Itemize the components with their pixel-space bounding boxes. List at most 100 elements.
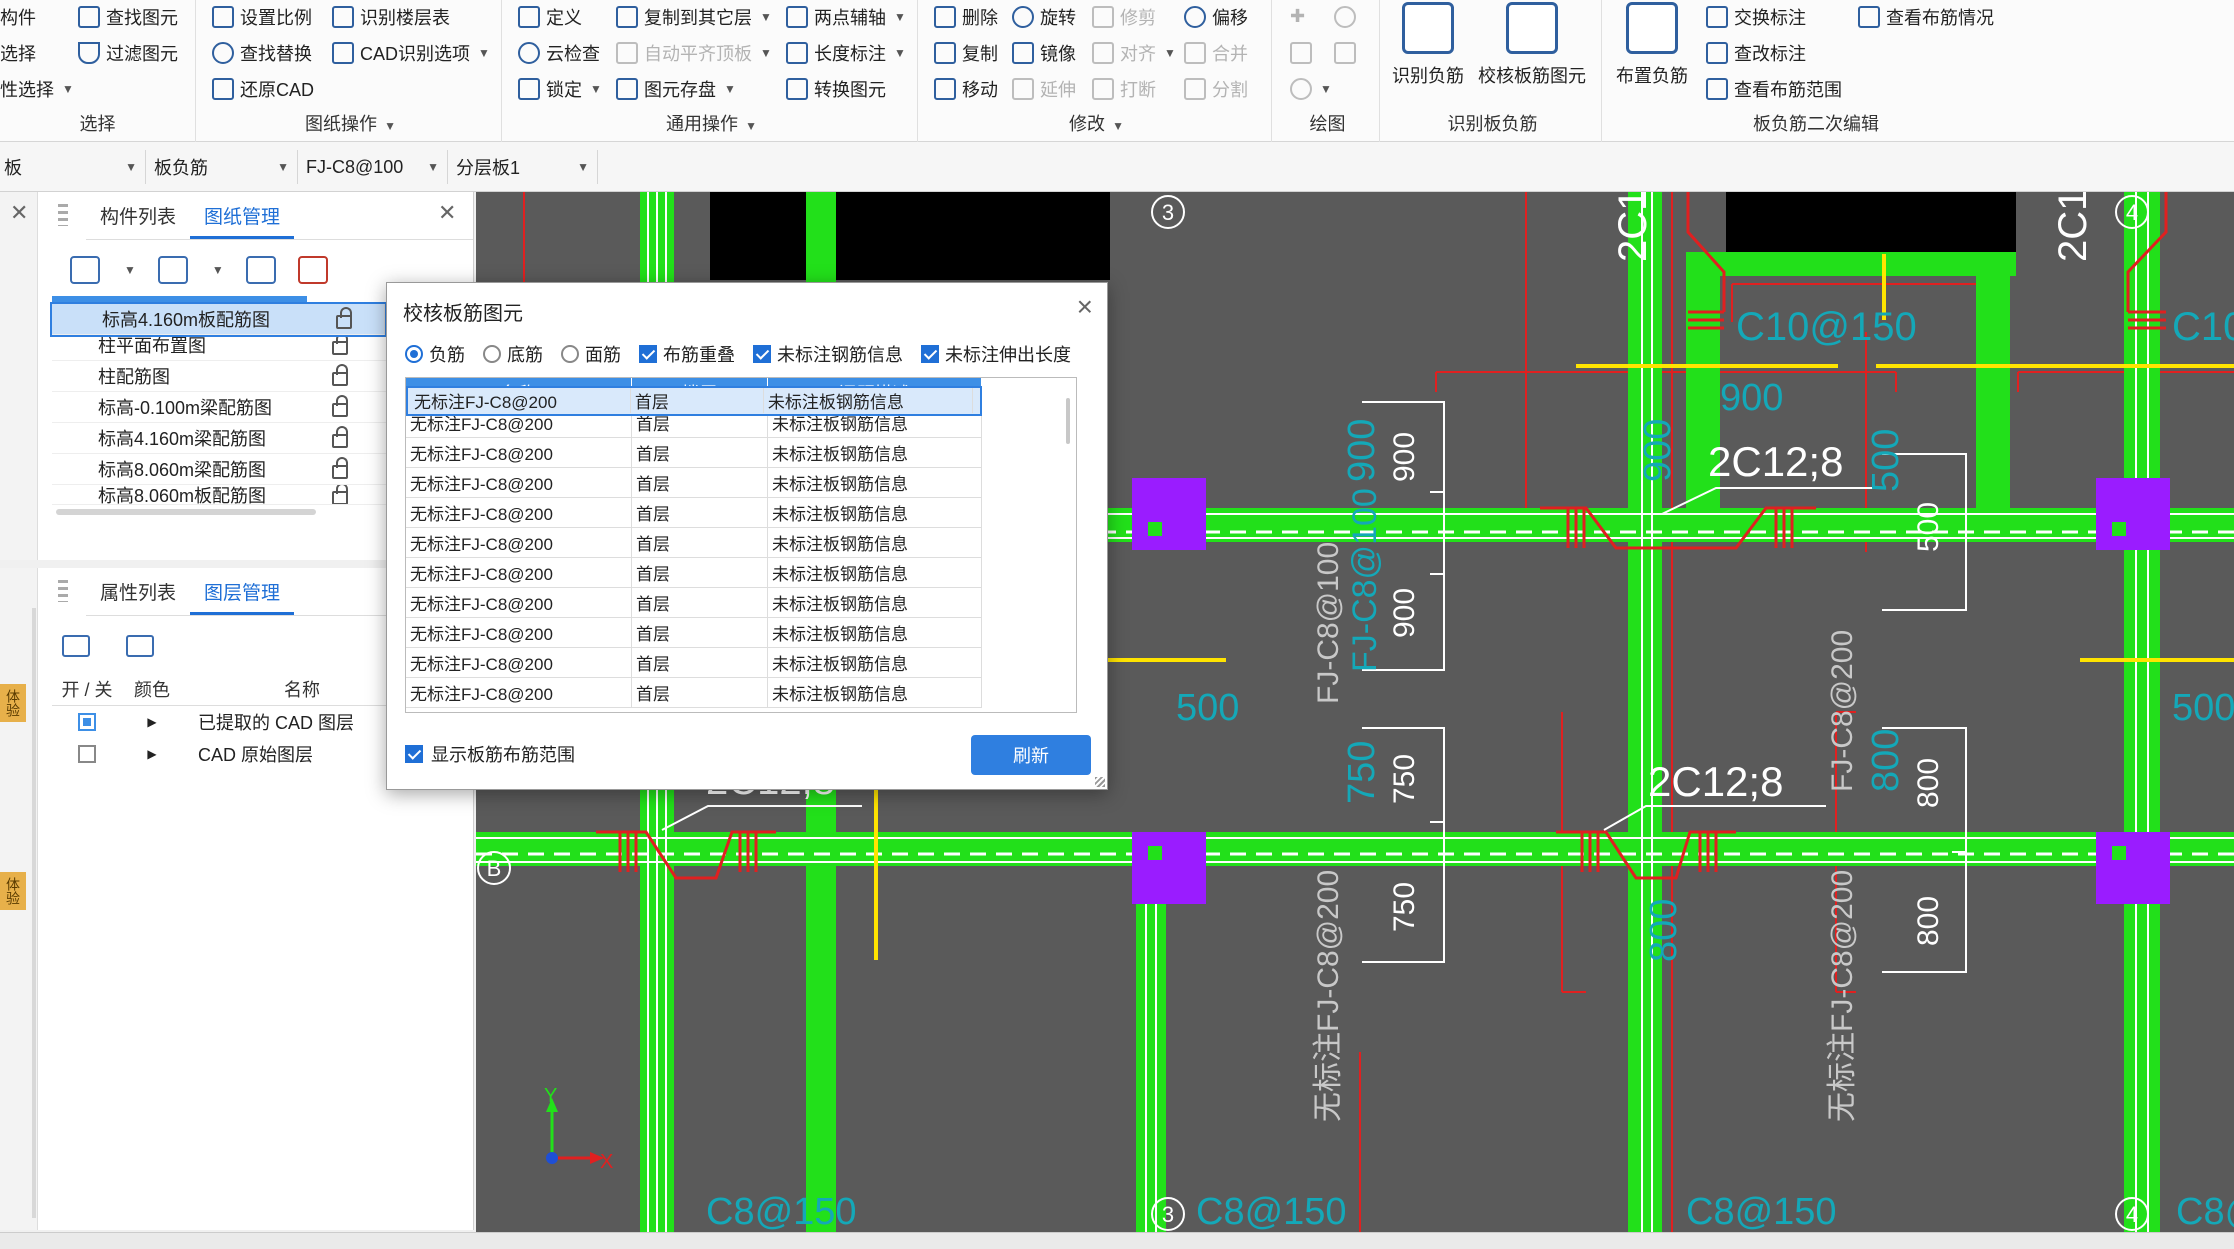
edit-label-button[interactable]: 查改标注 xyxy=(1706,38,1806,68)
two-point-axis-button[interactable]: 两点辅轴 ▼ xyxy=(786,2,906,32)
align-button[interactable]: 对齐 ▼ xyxy=(1092,38,1176,68)
expand-arrow-icon[interactable]: ▶ xyxy=(147,747,156,761)
split-drawing-icon[interactable] xyxy=(245,256,276,284)
table-row[interactable]: 无标注FJ-C8@200 首层 未标注板钢筋信息 xyxy=(406,648,982,678)
swap-label-button[interactable]: 交换标注 xyxy=(1706,2,1806,32)
draw-rect-button[interactable] xyxy=(1334,38,1356,68)
rotate-button[interactable]: 旋转 xyxy=(1012,2,1076,32)
restore-cad-button[interactable]: 还原CAD xyxy=(212,74,314,104)
property-select-button[interactable]: 性选择 ▼ xyxy=(0,74,74,104)
chevron-down-icon[interactable]: ▼ xyxy=(212,263,224,277)
drag-handle-icon[interactable] xyxy=(58,204,68,226)
radio-negative-rebar[interactable]: 负筋 xyxy=(405,341,465,367)
refresh-button[interactable]: 刷新 xyxy=(971,735,1091,775)
radio-top-rebar[interactable]: 面筋 xyxy=(561,341,621,367)
cad-recognize-options-button[interactable]: CAD识别选项 ▼ xyxy=(332,38,490,68)
lock-icon[interactable] xyxy=(332,457,348,479)
show-rebar-range-checkbox[interactable]: 显示板筋布筋范围 xyxy=(405,741,575,767)
view-rebar-status-button[interactable]: 查看布筋情况 xyxy=(1858,2,1994,32)
layer-hide-icon[interactable] xyxy=(126,635,154,657)
add-drawing-icon[interactable] xyxy=(70,256,100,284)
close-icon[interactable]: × xyxy=(1077,291,1093,323)
layer-toggle-checkbox[interactable] xyxy=(78,713,96,731)
close-icon[interactable]: ✕ xyxy=(438,200,456,226)
expand-arrow-icon[interactable]: ▶ xyxy=(147,715,156,729)
layer-toggle-checkbox[interactable] xyxy=(78,745,96,763)
set-scale-button[interactable]: 设置比例 xyxy=(212,2,312,32)
table-row[interactable]: 无标注FJ-C8@200 首层 未标注板钢筋信息 xyxy=(406,678,982,708)
edit-drawing-icon[interactable] xyxy=(157,256,188,284)
recognize-floor-table-button[interactable]: 识别楼层表 xyxy=(332,2,450,32)
break-button[interactable]: 打断 xyxy=(1092,74,1156,104)
draw-arc-button[interactable]: ▼ xyxy=(1290,74,1332,104)
merge-button[interactable]: 合并 xyxy=(1184,38,1248,68)
mirror-button[interactable]: 镜像 xyxy=(1012,38,1076,68)
define-button[interactable]: 定义 xyxy=(518,2,582,32)
lock-icon[interactable] xyxy=(332,364,348,386)
component-name-select[interactable]: FJ-C8@100 ▼ xyxy=(302,150,448,184)
check-slab-rebar-button[interactable]: 校核板筋图元 xyxy=(1478,2,1586,88)
element-save-button[interactable]: 图元存盘 ▼ xyxy=(616,74,736,104)
trash-icon[interactable] xyxy=(297,256,328,284)
layer-show-icon[interactable] xyxy=(62,635,90,657)
cloud-check-button[interactable]: 云检查 xyxy=(518,38,600,68)
experience-tag[interactable]: 体验 xyxy=(0,684,26,722)
close-icon[interactable]: ✕ xyxy=(10,200,28,226)
view-rebar-range-button[interactable]: 查看布筋范围 xyxy=(1706,74,1842,104)
tab-property-list[interactable]: 属性列表 xyxy=(86,578,190,615)
table-row[interactable]: 无标注FJ-C8@200 首层 未标注板钢筋信息 xyxy=(406,618,982,648)
lock-icon[interactable] xyxy=(336,307,352,329)
tab-drawing-management[interactable]: 图纸管理 xyxy=(190,202,295,239)
vertical-scrollbar[interactable] xyxy=(32,608,36,1218)
auto-align-top-button[interactable]: 自动平齐顶板 ▼ xyxy=(616,38,772,68)
convert-element-button[interactable]: 转换图元 xyxy=(786,74,886,104)
table-row[interactable]: 无标注FJ-C8@200 首层 未标注板钢筋信息 xyxy=(406,558,982,588)
copy-button[interactable]: 复制 xyxy=(934,38,998,68)
layer-slab-select[interactable]: 分层板1 ▼ xyxy=(452,150,598,184)
table-row-selected[interactable]: 标高4.160m板配筋图 xyxy=(50,302,387,337)
draw-circle-button[interactable] xyxy=(1334,2,1356,32)
copy-to-other-floor-button[interactable]: 复制到其它层 ▼ xyxy=(616,2,772,32)
table-row[interactable]: 无标注FJ-C8@200 首层 未标注板钢筋信息 xyxy=(406,528,982,558)
select-button[interactable]: 选择 xyxy=(0,38,36,68)
table-row-selected[interactable]: 无标注FJ-C8@200 首层 未标注板钢筋信息 xyxy=(406,386,982,416)
recognize-negative-rebar-button[interactable]: 识别负筋 xyxy=(1392,2,1464,88)
chevron-down-icon[interactable]: ▼ xyxy=(124,263,136,277)
find-replace-button[interactable]: 查找替换 xyxy=(212,38,312,68)
place-negative-rebar-button[interactable]: 布置负筋 xyxy=(1616,2,1688,88)
component-button[interactable]: 构件 xyxy=(0,2,36,32)
tab-component-list[interactable]: 构件列表 xyxy=(86,202,190,239)
draw-line-button[interactable] xyxy=(1290,38,1312,68)
lock-icon[interactable] xyxy=(332,485,348,504)
lock-button[interactable]: 锁定 ▼ xyxy=(518,74,602,104)
check-rebar-overlap[interactable]: 布筋重叠 xyxy=(639,341,735,367)
horizontal-scrollbar[interactable] xyxy=(56,509,316,515)
delete-button[interactable]: 删除 xyxy=(934,2,998,32)
vertical-scrollbar[interactable] xyxy=(1066,398,1070,444)
radio-bottom-rebar[interactable]: 底筋 xyxy=(483,341,543,367)
table-row[interactable]: 无标注FJ-C8@200 首层 未标注板钢筋信息 xyxy=(406,438,982,468)
table-row[interactable]: 无标注FJ-C8@200 首层 未标注板钢筋信息 xyxy=(406,588,982,618)
split-button[interactable]: 分割 xyxy=(1184,74,1248,104)
filter-element-button[interactable]: 过滤图元 xyxy=(78,38,178,68)
length-dimension-button[interactable]: 长度标注 ▼ xyxy=(786,38,906,68)
table-row[interactable]: 无标注FJ-C8@200 首层 未标注板钢筋信息 xyxy=(406,498,982,528)
move-button[interactable]: 移动 xyxy=(934,74,998,104)
offset-button[interactable]: 偏移 xyxy=(1184,2,1248,32)
check-unlabeled-length[interactable]: 未标注伸出长度 xyxy=(921,341,1071,367)
lock-icon[interactable] xyxy=(332,333,348,355)
lock-icon[interactable] xyxy=(332,426,348,448)
tab-layer-management[interactable]: 图层管理 xyxy=(190,578,295,615)
draw-point-button[interactable]: ✚ xyxy=(1290,2,1312,32)
table-row[interactable]: 无标注FJ-C8@200 首层 未标注板钢筋信息 xyxy=(406,468,982,498)
lock-icon[interactable] xyxy=(332,395,348,417)
experience-tag[interactable]: 体验 xyxy=(0,872,26,910)
extend-button[interactable]: 延伸 xyxy=(1012,74,1076,104)
element-type-select[interactable]: 板 ▼ xyxy=(0,150,146,184)
component-type-select[interactable]: 板负筋 ▼ xyxy=(150,150,298,184)
resize-handle-icon[interactable] xyxy=(1095,777,1105,787)
check-unlabeled-info[interactable]: 未标注钢筋信息 xyxy=(753,341,903,367)
find-element-button[interactable]: 查找图元 xyxy=(78,2,178,32)
drag-handle-icon[interactable] xyxy=(58,580,68,602)
trim-button[interactable]: 修剪 xyxy=(1092,2,1156,32)
